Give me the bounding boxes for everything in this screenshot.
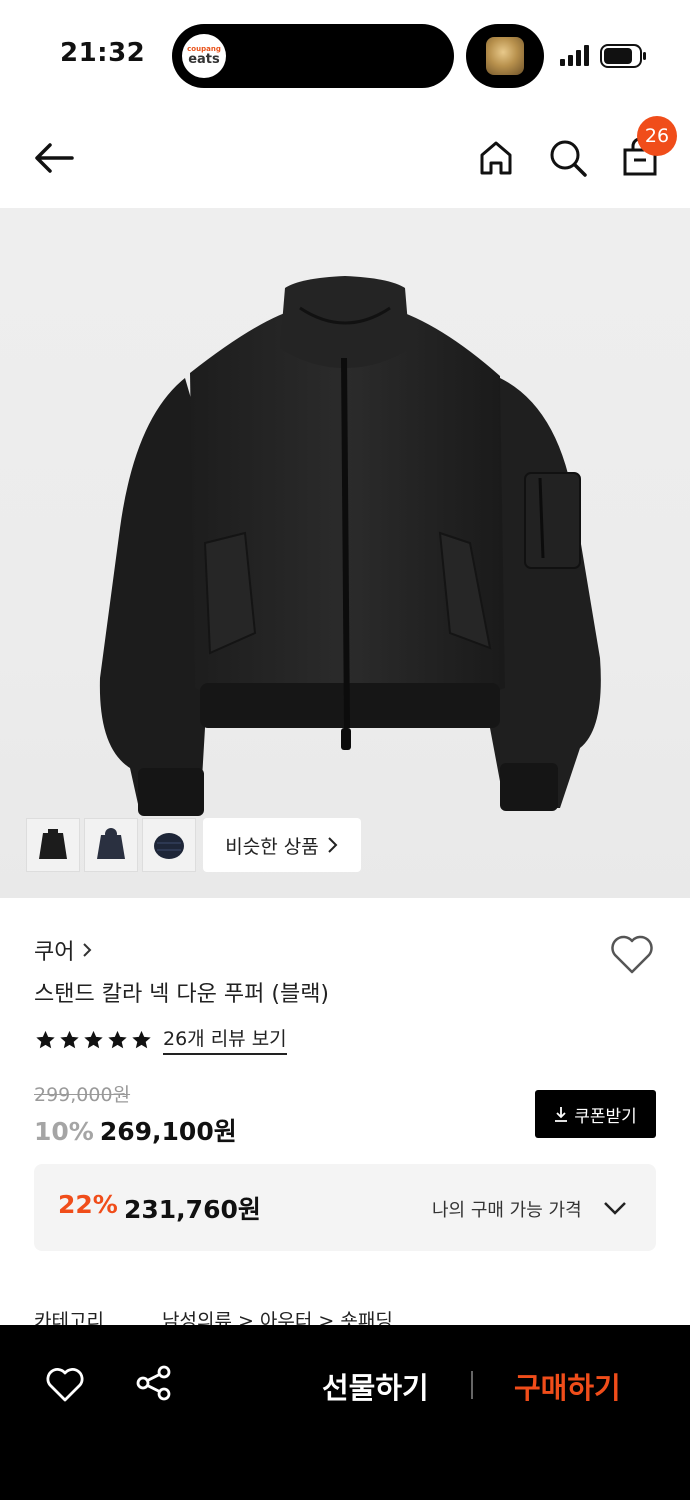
thumbnail-navy-puffer[interactable] bbox=[142, 818, 196, 872]
bottom-action-bar: 선물하기 구매하기 bbox=[0, 1325, 690, 1500]
jacket-illustration bbox=[99, 276, 601, 816]
star-icon bbox=[132, 1030, 151, 1048]
best-discount-rate: 22% bbox=[58, 1190, 118, 1219]
category-label: 카테고리 bbox=[34, 1310, 104, 1326]
coupang-eats-icon: coupang eats bbox=[182, 34, 226, 78]
battery-icon bbox=[600, 44, 646, 68]
original-price: 299,000원 bbox=[34, 1084, 131, 1106]
coupon-label: 쿠폰받기 bbox=[574, 1106, 637, 1127]
price-row: 10% 269,100원 bbox=[34, 1112, 237, 1148]
download-icon bbox=[555, 1107, 568, 1122]
product-image[interactable] bbox=[0, 208, 690, 898]
gift-button[interactable]: 선물하기 bbox=[322, 1365, 429, 1407]
back-arrow-icon[interactable] bbox=[30, 136, 78, 180]
thumbnail-black-jacket[interactable] bbox=[26, 818, 80, 872]
category-row: 카테고리 남성의류 > 아우터 > 숏패딩 bbox=[34, 1306, 656, 1326]
star-icon bbox=[36, 1030, 55, 1048]
product-title: 스탠드 칼라 넥 다운 푸퍼 (블랙) bbox=[34, 982, 330, 1007]
best-price: 231,760원 bbox=[124, 1195, 261, 1224]
dynamic-island: coupang eats bbox=[172, 24, 454, 88]
cart-count-badge: 26 bbox=[637, 116, 677, 156]
cellular-signal-icon bbox=[560, 45, 589, 66]
star-icon bbox=[60, 1030, 79, 1048]
sale-price: 269,100원 bbox=[99, 1117, 237, 1146]
share-icon[interactable] bbox=[134, 1363, 174, 1403]
star-icon bbox=[108, 1030, 127, 1048]
discount-rate: 10% bbox=[34, 1117, 94, 1146]
status-time: 21:32 bbox=[60, 38, 146, 68]
home-icon[interactable] bbox=[474, 136, 518, 180]
status-bar: 21:32 coupang eats bbox=[0, 0, 690, 110]
chevron-down-icon bbox=[604, 1202, 626, 1215]
wishlist-heart-icon[interactable] bbox=[608, 932, 656, 976]
buy-button[interactable]: 구매하기 bbox=[514, 1365, 621, 1407]
brand-link[interactable]: 쿠어 bbox=[34, 934, 92, 966]
now-playing-island bbox=[466, 24, 544, 88]
search-icon[interactable] bbox=[546, 136, 590, 180]
star-icon bbox=[84, 1030, 103, 1048]
heart-icon[interactable] bbox=[44, 1365, 86, 1403]
divider bbox=[471, 1371, 473, 1399]
thumbnail-navy-hooded-jacket[interactable] bbox=[84, 818, 138, 872]
similar-products-button[interactable]: 비슷한 상품 bbox=[203, 818, 361, 872]
my-best-price-box[interactable]: 22% 231,760원 나의 구매 가능 가격 bbox=[34, 1164, 656, 1251]
brand-name: 쿠어 bbox=[34, 940, 75, 965]
coupon-download-button[interactable]: 쿠폰받기 bbox=[535, 1090, 656, 1138]
top-nav bbox=[0, 110, 690, 208]
rating-row: 26개 리뷰 보기 bbox=[34, 1024, 287, 1055]
album-art-icon bbox=[486, 37, 524, 75]
chevron-right-icon bbox=[328, 837, 338, 853]
category-path[interactable]: 남성의류 > 아우터 > 숏패딩 bbox=[162, 1306, 393, 1326]
review-link[interactable]: 26개 리뷰 보기 bbox=[163, 1024, 287, 1055]
thumbnail-strip bbox=[26, 818, 196, 872]
similar-products-label: 비슷한 상품 bbox=[225, 835, 319, 858]
best-price-label: 나의 구매 가능 가격 bbox=[432, 1200, 582, 1221]
chevron-right-icon bbox=[83, 943, 92, 957]
rating-stars bbox=[34, 1029, 153, 1051]
